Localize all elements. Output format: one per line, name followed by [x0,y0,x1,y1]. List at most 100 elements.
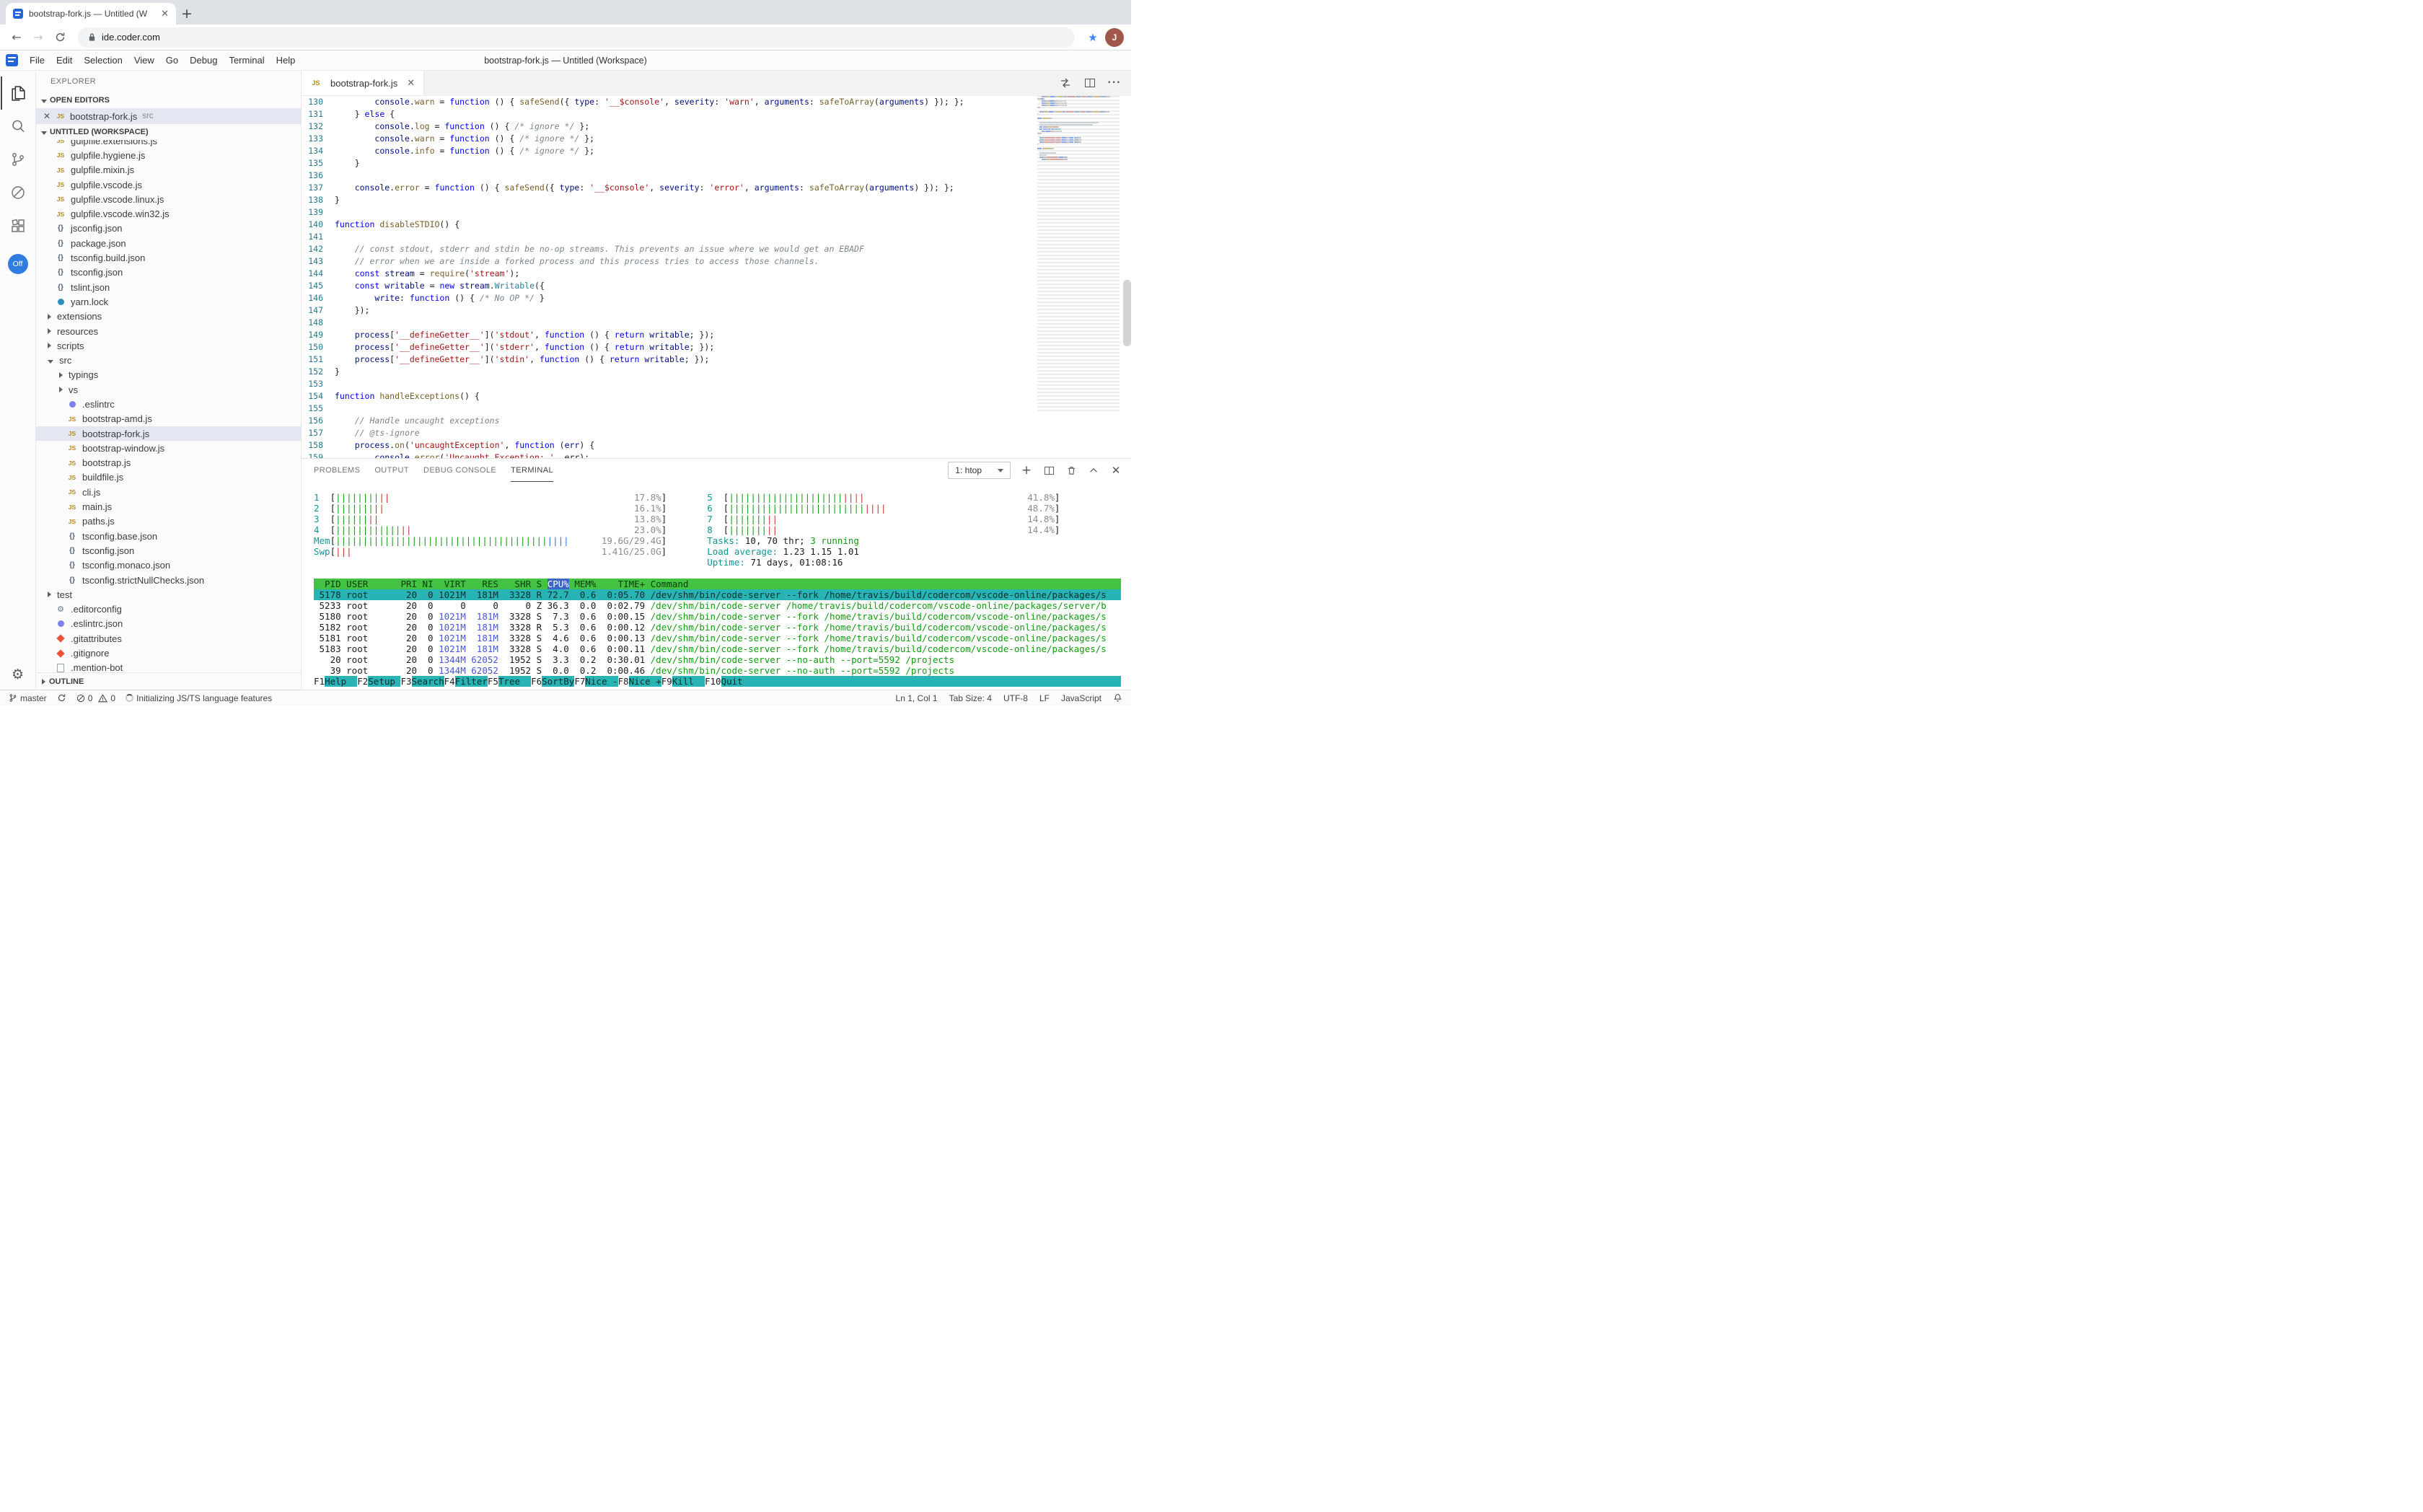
fkey-f1[interactable]: F1 [314,676,325,687]
tree-item-main.js[interactable]: JSmain.js [36,499,301,514]
tree-item-gulpfile.vscode.win32.js[interactable]: JSgulpfile.vscode.win32.js [36,206,301,221]
fkey-label-nice+[interactable]: Nice + [629,676,661,687]
tree-item-gulpfile.vscode.js[interactable]: JSgulpfile.vscode.js [36,177,301,192]
fkey-label-search[interactable]: Search [412,676,444,687]
offline-toggle-badge[interactable]: Off [8,254,28,274]
activity-extensions-icon[interactable] [1,209,35,242]
code-area[interactable]: 130 console.warn = function () { safeSen… [302,96,1030,458]
tree-item-src[interactable]: src [36,353,301,367]
close-editor-icon[interactable]: ✕ [43,111,55,121]
activity-search-icon[interactable] [1,110,35,143]
minimap[interactable] [1036,96,1121,458]
tree-item-tsconfig.monaco.json[interactable]: {}tsconfig.monaco.json [36,558,301,573]
sync-icon[interactable] [57,693,66,703]
editor-tab[interactable]: JS bootstrap-fork.js ✕ [302,71,424,95]
more-actions-icon[interactable]: ··· [1108,76,1121,89]
new-terminal-icon[interactable]: + [1020,464,1033,477]
activity-debug-icon[interactable] [1,176,35,209]
process-row-5181[interactable]: 5181 root 20 0 1021M 181M 3328 S 4.6 0.6… [314,633,1121,643]
tree-item-tsconfig.base.json[interactable]: {}tsconfig.base.json [36,529,301,543]
tree-item-resources[interactable]: resources [36,324,301,338]
fkey-f8[interactable]: F8 [618,676,629,687]
tree-item-gulpfile.hygiene.js[interactable]: JSgulpfile.hygiene.js [36,148,301,162]
tree-item-vs[interactable]: vs [36,382,301,397]
menu-selection[interactable]: Selection [78,53,128,68]
browser-avatar[interactable]: J [1105,28,1124,47]
split-editor-icon[interactable] [1083,76,1096,89]
process-row-5178[interactable]: 5178 root 20 0 1021M 181M 3328 R 72.7 0.… [314,589,1121,600]
process-row-20[interactable]: 20 root 20 0 1344M 62052 1952 S 3.3 0.2 … [314,654,1121,665]
tree-item-bootstrap-amd.js[interactable]: JSbootstrap-amd.js [36,412,301,426]
cursor-position[interactable]: Ln 1, Col 1 [896,693,938,703]
terminal[interactable]: 1 [|||||||||| 17.8%]2 [||||||||| 16.1%]3… [302,482,1131,690]
tab-size-indicator[interactable]: Tab Size: 4 [949,693,992,703]
tree-item-tsconfig.build.json[interactable]: {}tsconfig.build.json [36,250,301,265]
eol-indicator[interactable]: LF [1039,693,1050,703]
forward-button[interactable]: → [29,28,48,47]
tree-item-buildfile.js[interactable]: JSbuildfile.js [36,470,301,485]
tree-item-cli.js[interactable]: JScli.js [36,485,301,499]
process-table-header[interactable]: PID USER PRI NI VIRT RES SHR S CPU% MEM%… [314,579,1121,589]
menu-file[interactable]: File [24,53,50,68]
fkey-label-nice-[interactable]: Nice - [585,676,617,687]
editor-tab-close-icon[interactable]: ✕ [407,78,415,89]
menu-help[interactable]: Help [271,53,302,68]
menu-view[interactable]: View [128,53,160,68]
open-editor-item[interactable]: ✕ JS bootstrap-fork.js src [36,108,301,124]
back-button[interactable]: ← [7,28,26,47]
close-panel-icon[interactable]: ✕ [1109,464,1122,477]
fkey-label-tree[interactable]: Tree [498,676,531,687]
tree-item-.mention-bot[interactable]: .mention-bot [36,661,301,672]
activity-source-control-icon[interactable] [1,143,35,176]
fkey-label-filter[interactable]: Filter [455,676,488,687]
fkey-f7[interactable]: F7 [574,676,585,687]
tree-item-bootstrap-fork.js[interactable]: JSbootstrap-fork.js [36,426,301,441]
tree-item-gulpfile.vscode.linux.js[interactable]: JSgulpfile.vscode.linux.js [36,192,301,206]
process-row-5233[interactable]: 5233 root 20 0 0 0 0 Z 36.3 0.0 0:02.79 … [314,600,1121,611]
tree-item-gulpfile.extensions.js[interactable]: JSgulpfile.extensions.js [36,140,301,148]
tree-item-test[interactable]: test [36,587,301,602]
menu-debug[interactable]: Debug [184,53,223,68]
git-branch-item[interactable]: master [9,693,47,703]
terminal-selector[interactable]: 1: htop [948,462,1011,479]
panel-tab-terminal[interactable]: TERMINAL [511,459,553,482]
reload-button[interactable] [50,28,69,47]
process-row-39[interactable]: 39 root 20 0 1344M 62052 1952 S 0.0 0.2 … [314,665,1121,676]
workspace-header[interactable]: UNTITLED (WORKSPACE) [36,124,301,140]
settings-gear-icon[interactable]: ⚙ [12,667,24,682]
tree-item-gulpfile.mixin.js[interactable]: JSgulpfile.mixin.js [36,163,301,177]
tab-close-icon[interactable]: ✕ [161,9,169,19]
fkey-label-sortby[interactable]: SortBy [542,676,574,687]
menu-go[interactable]: Go [160,53,184,68]
encoding-indicator[interactable]: UTF-8 [1003,693,1028,703]
tree-item-typings[interactable]: typings [36,368,301,382]
activity-explorer-icon[interactable] [1,76,35,110]
process-row-5182[interactable]: 5182 root 20 0 1021M 181M 3328 R 5.3 0.6… [314,622,1121,633]
bookmark-star-icon[interactable]: ★ [1083,31,1102,44]
fkey-label-help[interactable]: Help [325,676,357,687]
fkey-f3[interactable]: F3 [400,676,411,687]
tree-item-tsconfig.json[interactable]: {}tsconfig.json [36,543,301,558]
tree-item-bootstrap-window.js[interactable]: JSbootstrap-window.js [36,441,301,455]
maximize-panel-icon[interactable] [1087,464,1100,477]
browser-tab[interactable]: bootstrap-fork.js — Untitled (W ✕ [6,3,176,25]
menu-edit[interactable]: Edit [50,53,78,68]
fkey-label-quit[interactable]: Quit [721,676,754,687]
problems-item[interactable]: 0 0 [76,693,115,703]
tree-item-.gitattributes[interactable]: .gitattributes [36,631,301,646]
tree-item-bootstrap.js[interactable]: JSbootstrap.js [36,456,301,470]
fkey-f10[interactable]: F10 [705,676,721,687]
process-row-5183[interactable]: 5183 root 20 0 1021M 181M 3328 S 4.0 0.6… [314,643,1121,654]
menu-terminal[interactable]: Terminal [223,53,270,68]
tree-item-scripts[interactable]: scripts [36,338,301,353]
tree-item-.eslintrc[interactable]: .eslintrc [36,397,301,411]
kill-terminal-icon[interactable] [1065,464,1078,477]
notifications-bell-icon[interactable] [1113,693,1122,703]
fkey-f5[interactable]: F5 [488,676,498,687]
process-row-5180[interactable]: 5180 root 20 0 1021M 181M 3328 S 7.3 0.6… [314,611,1121,622]
fkey-f9[interactable]: F9 [661,676,672,687]
open-editors-header[interactable]: OPEN EDITORS [36,92,301,108]
tree-item-.editorconfig[interactable]: ⚙.editorconfig [36,602,301,617]
open-changes-icon[interactable] [1059,76,1072,89]
tree-item-.eslintrc.json[interactable]: .eslintrc.json [36,617,301,631]
